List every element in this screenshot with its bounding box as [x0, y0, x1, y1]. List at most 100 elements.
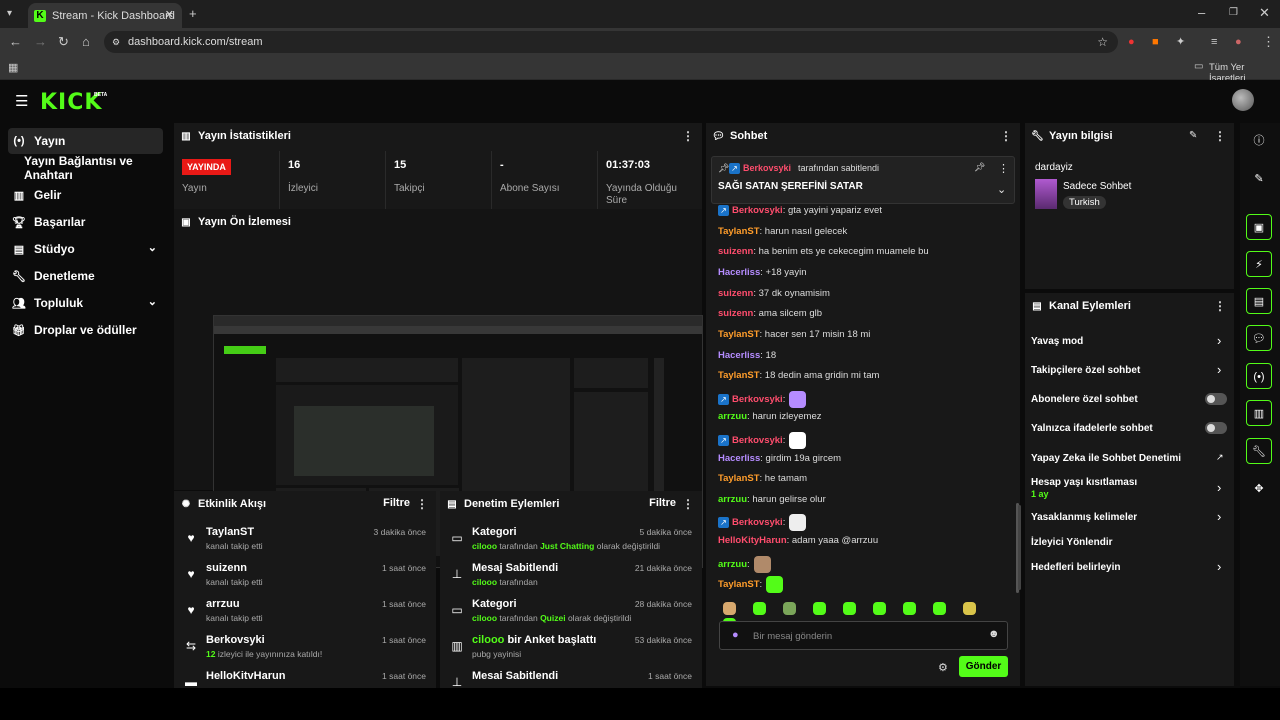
chat-username[interactable]: arrzuu	[718, 559, 747, 570]
chevron-right-icon[interactable]: ›	[1217, 509, 1221, 524]
microphone-icon[interactable]: ●	[732, 629, 739, 641]
sidebar-item-stream-key[interactable]: Yayın Bağlantısı ve Anahtarı	[16, 154, 176, 182]
broadcast-toggle-icon[interactable]: (•)	[1246, 363, 1272, 389]
browser-tab[interactable]: K Stream - Kick Dashboard ✕	[28, 3, 182, 28]
chat-username[interactable]: Berkovsyki	[732, 205, 783, 216]
menu-icon[interactable]: ⋮	[1262, 35, 1275, 49]
filter-button[interactable]: Filtre	[383, 497, 410, 509]
chevron-right-icon[interactable]: ›	[1217, 333, 1221, 348]
chevron-right-icon[interactable]: ›	[1217, 559, 1221, 574]
url-field[interactable]: ⚙ dashboard.kick.com/stream ☆	[104, 31, 1118, 53]
site-info-icon[interactable]: ⚙	[112, 31, 120, 53]
subscribers-only-toggle[interactable]	[1205, 393, 1227, 405]
chat-username[interactable]: TaylanST	[718, 579, 760, 590]
emote-icon[interactable]	[933, 602, 946, 615]
chat-username[interactable]: Berkovsyki	[732, 517, 783, 528]
emote-icon[interactable]	[783, 602, 796, 615]
chat-username[interactable]: TaylanST	[718, 226, 760, 237]
mod-user[interactable]: cilooo	[472, 577, 497, 587]
send-button[interactable]: Gönder	[959, 656, 1008, 677]
media-icon[interactable]: ≡	[1211, 35, 1217, 49]
chat-toggle-icon[interactable]: 💬︎	[1246, 325, 1272, 351]
sidebar-item-gelir[interactable]: ▥ Gelir	[8, 182, 163, 208]
mod-user[interactable]: cilooo	[472, 613, 497, 623]
mod-actions-toggle-icon[interactable]: ▤	[1246, 288, 1272, 314]
chat-username[interactable]: Berkovsyki	[732, 394, 783, 405]
actions-scrollbar[interactable]	[1018, 505, 1021, 590]
wrench-toggle-icon[interactable]: 🔧︎	[1246, 438, 1272, 464]
emote-icon[interactable]	[753, 602, 766, 615]
chat-username[interactable]: TaylanST	[718, 370, 760, 381]
more-options-icon[interactable]: ⋮	[1214, 129, 1226, 143]
chat-username[interactable]: TaylanST	[718, 329, 760, 340]
pinned-by-user[interactable]: Berkovsyki	[743, 163, 791, 173]
home-icon[interactable]: ⌂	[82, 35, 90, 49]
more-options-icon[interactable]: ⋮	[1214, 299, 1226, 313]
sidebar-item-studyo[interactable]: ▤ Stüdyo ⌄	[8, 236, 163, 262]
forward-icon[interactable]: →	[34, 35, 47, 49]
chat-username[interactable]: arrzuu	[718, 494, 747, 505]
banned-words-label[interactable]: Yasaklanmış kelimeler	[1031, 512, 1137, 523]
preview-toggle-icon[interactable]: ▣	[1246, 214, 1272, 240]
activity-user[interactable]: arrzuu	[206, 598, 240, 610]
chat-username[interactable]: suizenn	[718, 246, 753, 257]
tab-list-icon[interactable]: ▾	[7, 7, 12, 21]
info-icon[interactable]: ⓘ	[1246, 128, 1272, 154]
activity-user[interactable]: Berkovsyki	[206, 634, 265, 646]
maximize-icon[interactable]: ❐	[1229, 6, 1238, 20]
chat-username[interactable]: TaylanST	[718, 473, 760, 484]
chat-username[interactable]: arrzuu	[718, 411, 747, 422]
emoji-picker-icon[interactable]: ☻	[988, 628, 1000, 640]
apps-grid-icon[interactable]: ▦	[8, 61, 18, 75]
stats-toggle-icon[interactable]: ▥	[1246, 400, 1272, 426]
category-name[interactable]: Sadece Sohbet	[1063, 181, 1131, 192]
chevron-down-icon[interactable]: ⌄	[997, 183, 1006, 196]
emote-icon[interactable]	[813, 602, 826, 615]
more-options-icon[interactable]: ⋮	[682, 497, 694, 511]
chat-username[interactable]: Hacerliss	[718, 453, 760, 464]
activity-user[interactable]: suizenn	[206, 562, 247, 574]
sidebar-item-droplar[interactable]: 🎁︎ Droplar ve ödüller	[8, 317, 163, 343]
host-viewers-label[interactable]: İzleyici Yönlendir	[1031, 537, 1113, 548]
layout-icon[interactable]: ✥	[1246, 476, 1272, 502]
sidebar-item-basarilar[interactable]: 🏆︎ Başarılar	[8, 209, 163, 235]
language-tag[interactable]: Turkish	[1063, 196, 1106, 209]
edit-icon[interactable]: ✎	[1246, 166, 1272, 192]
pinned-more-icon[interactable]: ⋮	[998, 162, 1009, 175]
more-options-icon[interactable]: ⋮	[416, 497, 428, 511]
extensions-icon[interactable]: ✦	[1176, 35, 1185, 49]
more-options-icon[interactable]: ⋮	[682, 129, 694, 143]
emote-icon[interactable]	[873, 602, 886, 615]
activity-user[interactable]: TaylanST	[206, 526, 254, 538]
chat-username[interactable]: Hacerliss	[718, 267, 760, 278]
minimize-icon[interactable]: –	[1198, 6, 1205, 20]
mod-user[interactable]: cilooo	[472, 634, 504, 646]
extension-red-icon[interactable]: ●	[1128, 35, 1135, 49]
activity-user[interactable]: HelloKitvHarun	[206, 670, 285, 682]
bookmark-star-icon[interactable]: ☆	[1097, 31, 1108, 53]
chat-settings-icon[interactable]: ⚙	[938, 661, 948, 674]
unpin-icon[interactable]: 📌︎	[974, 162, 985, 173]
chat-input[interactable]: ● Bir mesaj gönderin ☻	[719, 621, 1008, 650]
chat-username[interactable]: suizenn	[718, 288, 753, 299]
activity-toggle-icon[interactable]: ⚡︎	[1246, 251, 1272, 277]
slow-mode-label[interactable]: Yavaş mod	[1031, 336, 1083, 347]
mod-user[interactable]: cilooo	[472, 541, 497, 551]
back-icon[interactable]: ←	[9, 35, 22, 49]
hamburger-menu-icon[interactable]: ☰	[15, 92, 28, 110]
chat-username[interactable]: Hacerliss	[718, 350, 760, 361]
ai-moderation-label[interactable]: Yapay Zeka ile Sohbet Denetimi	[1031, 453, 1181, 464]
emote-icon[interactable]	[903, 602, 916, 615]
external-link-icon[interactable]: ↗	[1216, 452, 1224, 463]
account-age-label[interactable]: Hesap yaşı kısıtlaması	[1031, 477, 1137, 488]
followers-only-label[interactable]: Takipçilere özel sohbet	[1031, 365, 1140, 376]
emote-icon[interactable]	[963, 602, 976, 615]
extension-orange-icon[interactable]: ■	[1152, 35, 1159, 49]
chevron-right-icon[interactable]: ›	[1217, 362, 1221, 377]
chat-username[interactable]: HelloKityHarun	[718, 535, 787, 546]
close-window-icon[interactable]: ✕	[1259, 6, 1270, 20]
emotes-only-toggle[interactable]	[1205, 422, 1227, 434]
user-avatar[interactable]	[1232, 89, 1254, 111]
set-goals-label[interactable]: Hedefleri belirleyin	[1031, 562, 1120, 573]
chevron-right-icon[interactable]: ›	[1217, 480, 1221, 495]
